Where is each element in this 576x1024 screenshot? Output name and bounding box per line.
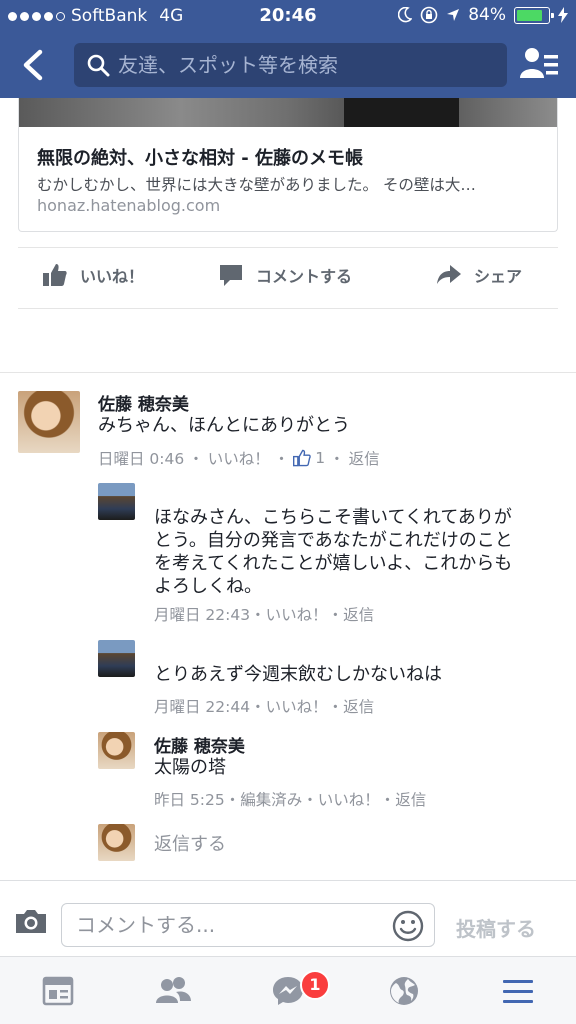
chevron-left-icon: [23, 49, 43, 81]
reply-text-line: とりあえず今週末飲むしかないねは: [154, 664, 442, 685]
back-button[interactable]: [16, 46, 52, 84]
tab-notifications[interactable]: [386, 973, 422, 1009]
like-count-icon: [293, 449, 312, 467]
reply-text-line: とう。自分の発言であなたがこれだけのこと: [154, 530, 513, 551]
comment-button[interactable]: コメントする: [218, 262, 352, 288]
globe-icon: [390, 977, 418, 1005]
hamburger-menu-icon: [503, 980, 533, 1003]
link-domain: honaz.hatenablog.com: [37, 196, 221, 215]
comment-bubble-icon: [220, 265, 242, 286]
comment-label: コメントする: [256, 267, 353, 286]
reply-text-line: を考えてくれたことが嬉しいよ、これからも: [154, 553, 513, 574]
comment-timestamp: 日曜日 0:46: [98, 450, 185, 468]
emoji-icon[interactable]: [392, 910, 424, 942]
link-title: 無限の絶対、小さな相対 - 佐藤のメモ帳: [37, 148, 364, 169]
comment-like-link[interactable]: いいね！: [208, 447, 270, 469]
search-bar[interactable]: [74, 43, 507, 87]
moon-icon: [398, 7, 413, 23]
tab-news-feed[interactable]: [40, 973, 76, 1009]
reply-text-line: ほなみさん、こちらこそ書いてくれてありが: [154, 507, 512, 528]
reply-meta[interactable]: 月曜日 22:43・いいね！・返信: [154, 603, 374, 625]
camera-button[interactable]: [14, 907, 48, 939]
battery-icon: [514, 6, 554, 24]
link-description: むかしむかし、世界には大きな壁がありました。 その壁は大…: [37, 176, 476, 194]
rotation-lock-icon: [420, 6, 438, 24]
search-input[interactable]: [118, 43, 498, 87]
tab-friend-requests[interactable]: [154, 973, 191, 1009]
camera-icon: [16, 910, 46, 933]
share-arrow-icon: [437, 265, 461, 284]
comment-composer: 投稿する: [0, 880, 576, 956]
person-list-icon: [520, 48, 558, 78]
like-count[interactable]: 1: [315, 449, 325, 467]
section-divider: [0, 372, 576, 373]
reply-author-name[interactable]: 佐藤 穂奈美: [154, 732, 245, 757]
reply-text-line: よろしくね。: [154, 576, 262, 597]
comment-text: みちゃん、ほんとにありがとう: [98, 415, 350, 436]
navigation-header: SoftBank 4G 20:46 84%: [0, 0, 576, 98]
comment-input-box[interactable]: [61, 903, 435, 947]
write-reply-link[interactable]: 返信する: [154, 830, 226, 856]
status-bar: SoftBank 4G 20:46 84%: [0, 0, 576, 32]
location-arrow-icon: [447, 9, 460, 21]
comment-input[interactable]: [76, 904, 386, 946]
avatar[interactable]: [98, 732, 135, 769]
reply-meta[interactable]: 昨日 5:25・編集済み・いいね！・返信: [154, 788, 426, 810]
avatar[interactable]: [18, 391, 80, 453]
like-label: いいね！: [80, 267, 145, 286]
reply-meta[interactable]: 月曜日 22:44・いいね！・返信: [154, 695, 374, 717]
thumbs-up-icon: [43, 264, 67, 286]
comment-meta: 日曜日 0:46 ・ いいね！ ・ 1 ・ 返信: [98, 447, 380, 469]
my-avatar: [98, 824, 135, 861]
bottom-tab-bar: [0, 956, 576, 1024]
share-button[interactable]: シェア: [436, 262, 522, 288]
battery-percentage: 84%: [468, 5, 506, 25]
messenger-unread-badge: 1: [300, 970, 330, 1000]
tab-more-menu[interactable]: [500, 973, 536, 1009]
comment-author-name[interactable]: 佐藤 穂奈美: [98, 390, 189, 415]
link-preview-card[interactable]: 無限の絶対、小さな相対 - 佐藤のメモ帳 むかしむかし、世界には大きな壁がありま…: [18, 98, 558, 232]
link-preview-image: [19, 98, 557, 127]
comment-reply-link[interactable]: 返信: [349, 447, 380, 469]
avatar[interactable]: [98, 483, 135, 520]
charging-bolt-icon: [558, 7, 568, 23]
reply-text-line: 太陽の塔: [154, 757, 226, 778]
friends-list-button[interactable]: [520, 46, 562, 82]
share-label: シェア: [474, 267, 523, 286]
avatar[interactable]: [98, 640, 135, 677]
like-button[interactable]: いいね！: [42, 262, 144, 288]
news-feed-icon: [42, 976, 74, 1006]
search-icon: [87, 54, 110, 77]
post-button[interactable]: 投稿する: [456, 913, 536, 942]
post-action-bar: いいね！ コメントする シェア: [18, 247, 558, 309]
friends-icon: [156, 977, 191, 1003]
